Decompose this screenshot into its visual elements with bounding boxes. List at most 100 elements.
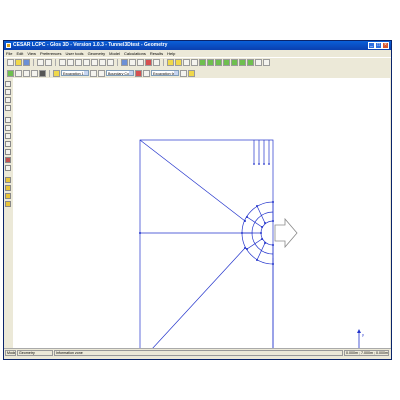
- boundary-condition-select-value: Boundary Con: [108, 72, 131, 76]
- menu-calculations[interactable]: Calculations: [122, 51, 148, 56]
- zoom-fit-icon[interactable]: [91, 59, 98, 66]
- menu-model[interactable]: Model: [107, 51, 122, 56]
- radial-lines: [242, 202, 274, 264]
- boundary-icon[interactable]: [90, 69, 97, 77]
- toolbar-separator: [49, 69, 50, 77]
- menu-user-tools[interactable]: User tools: [64, 51, 86, 56]
- toolbar-separator: [55, 59, 56, 66]
- tunnel-core-ring: [260, 220, 274, 246]
- view-top-icon[interactable]: [129, 59, 136, 66]
- secondary-toolbar: Excavation 1 Boundary Con Excavation fac: [4, 68, 391, 78]
- excavation-icon[interactable]: [53, 69, 60, 77]
- excavation-select[interactable]: Excavation 1: [61, 70, 89, 76]
- load-add-icon[interactable]: [143, 69, 150, 77]
- title-bar[interactable]: CESAR LCPC - Glos 3D - Version 1.0.3 - T…: [4, 41, 391, 50]
- mesh-icon[interactable]: [191, 59, 198, 66]
- excavation-face-select[interactable]: Excavation fac: [151, 70, 179, 76]
- mirror-tool-icon[interactable]: [5, 141, 11, 147]
- move-tool-icon[interactable]: [5, 125, 11, 131]
- group-g-icon[interactable]: [247, 59, 254, 66]
- menu-preferences[interactable]: Preferences: [38, 51, 64, 56]
- menu-geometry[interactable]: Geometry: [86, 51, 108, 56]
- undo-icon[interactable]: [37, 59, 44, 66]
- volume-icon[interactable]: [39, 69, 46, 77]
- menu-view[interactable]: View: [25, 51, 38, 56]
- line-tool-icon[interactable]: [5, 89, 11, 95]
- diagonal-lower: [139, 247, 246, 363]
- toolbar-separator: [163, 59, 164, 66]
- select-icon[interactable]: [59, 59, 66, 66]
- drawing-canvas[interactable]: y x: [13, 78, 390, 363]
- excavation-direction-arrow[interactable]: [274, 217, 298, 249]
- status-geometry: Geometry: [17, 350, 53, 356]
- maximize-button[interactable]: □: [375, 42, 382, 49]
- chevron-down-icon[interactable]: [129, 71, 133, 75]
- diagonal-upper: [139, 139, 246, 222]
- app-window: CESAR LCPC - Glos 3D - Version 1.0.3 - T…: [3, 40, 392, 363]
- close-button[interactable]: ×: [382, 42, 389, 49]
- view-front-icon[interactable]: [137, 59, 144, 66]
- load-icon[interactable]: [135, 69, 142, 77]
- split-tool-icon[interactable]: [5, 149, 11, 155]
- check-tool-icon[interactable]: [5, 201, 11, 207]
- toolbar-separator: [33, 59, 34, 66]
- geometry-view[interactable]: y x: [13, 78, 390, 363]
- app-icon: [6, 43, 11, 48]
- render-icon[interactable]: [183, 59, 190, 66]
- pan-icon[interactable]: [99, 59, 106, 66]
- graph-icon[interactable]: [255, 59, 262, 66]
- zoom-in-icon[interactable]: [67, 59, 74, 66]
- group-a-icon[interactable]: [199, 59, 206, 66]
- menu-results[interactable]: Results: [148, 51, 165, 56]
- save-icon[interactable]: [23, 59, 30, 66]
- zoom-out-icon[interactable]: [75, 59, 82, 66]
- rotate-icon[interactable]: [107, 59, 114, 66]
- circle-tool-icon[interactable]: [5, 105, 11, 111]
- line-icon[interactable]: [15, 69, 22, 77]
- group-e-icon[interactable]: [231, 59, 238, 66]
- group-d-icon[interactable]: [223, 59, 230, 66]
- group-c-icon[interactable]: [215, 59, 222, 66]
- menu-file[interactable]: File: [4, 51, 14, 56]
- point-tool-icon[interactable]: [5, 81, 11, 87]
- menu-help[interactable]: Help: [165, 51, 177, 56]
- extrude-tool-icon[interactable]: [5, 193, 11, 199]
- arc-icon[interactable]: [23, 69, 30, 77]
- copy-tool-icon[interactable]: [5, 133, 11, 139]
- redo-icon[interactable]: [45, 59, 52, 66]
- node-icon[interactable]: [7, 69, 14, 77]
- highlight-icon[interactable]: [167, 59, 174, 66]
- face-icon[interactable]: [180, 69, 187, 77]
- group-f-icon[interactable]: [239, 59, 246, 66]
- chevron-down-icon[interactable]: [84, 71, 88, 75]
- surface-icon[interactable]: [31, 69, 38, 77]
- excavation-select-value: Excavation 1: [63, 72, 84, 76]
- face-add-icon[interactable]: [188, 69, 195, 77]
- chart-icon[interactable]: [263, 59, 270, 66]
- status-bar: Mode Geometry Information zone 0.000m ; …: [4, 348, 391, 357]
- view-3d-icon[interactable]: [121, 59, 128, 66]
- mesh-geometry: [139, 139, 274, 363]
- domain-boundary: [139, 139, 274, 363]
- open-folder-icon[interactable]: [15, 59, 22, 66]
- view-side-icon[interactable]: [145, 59, 152, 66]
- minimize-button[interactable]: _: [368, 42, 375, 49]
- status-information: Information zone: [54, 350, 343, 356]
- delete-tool-icon[interactable]: [5, 157, 11, 163]
- group-b-icon[interactable]: [207, 59, 214, 66]
- menu-edit[interactable]: Edit: [14, 51, 25, 56]
- light-icon[interactable]: [175, 59, 182, 66]
- boundary-add-icon[interactable]: [98, 69, 105, 77]
- new-file-icon[interactable]: [7, 59, 14, 66]
- mesh-nodes: [139, 163, 274, 265]
- arc-tool-icon[interactable]: [5, 97, 11, 103]
- edit-tool-icon[interactable]: [5, 117, 11, 123]
- mesh-tool-icon[interactable]: [5, 177, 11, 183]
- boundary-condition-select[interactable]: Boundary Con: [106, 70, 134, 76]
- merge-tool-icon[interactable]: [5, 165, 11, 171]
- measure-icon[interactable]: [153, 59, 160, 66]
- menu-bar: File Edit View Preferences User tools Ge…: [4, 50, 391, 57]
- refine-tool-icon[interactable]: [5, 185, 11, 191]
- chevron-down-icon[interactable]: [174, 71, 178, 75]
- zoom-window-icon[interactable]: [83, 59, 90, 66]
